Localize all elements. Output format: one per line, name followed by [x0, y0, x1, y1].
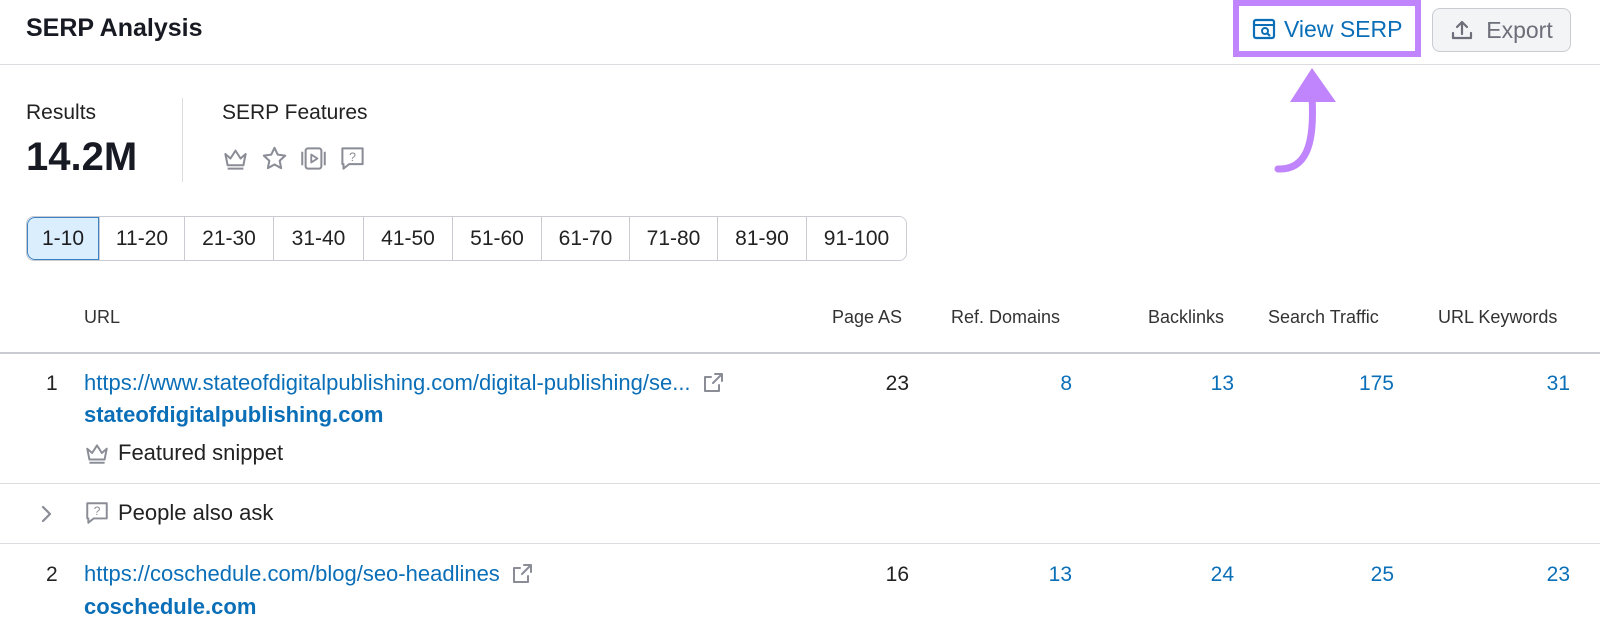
annotation-arrow-icon: [1274, 68, 1336, 173]
question-bubble-icon[interactable]: ?: [339, 145, 366, 172]
people-also-ask-row[interactable]: ? People also ask: [84, 500, 273, 526]
url-keywords-value[interactable]: 23: [1547, 563, 1570, 587]
page-button-21-30[interactable]: 21-30: [184, 217, 273, 260]
crown-icon: [86, 444, 108, 464]
page-button-41-50[interactable]: 41-50: [363, 217, 452, 260]
question-bubble-icon: ?: [86, 502, 108, 524]
result-url-text: https://www.stateofdigitalpublishing.com…: [84, 370, 691, 395]
column-header-ref-domains[interactable]: Ref. Domains: [951, 307, 1060, 328]
svg-text:?: ?: [94, 504, 101, 518]
page-button-71-80[interactable]: 71-80: [629, 217, 717, 260]
people-also-ask-label: People also ask: [118, 500, 274, 525]
feature-label: Featured snippet: [118, 440, 284, 465]
results-label: Results: [26, 101, 97, 124]
video-icon[interactable]: [300, 145, 327, 172]
ref-domains-value[interactable]: 13: [1049, 563, 1072, 587]
page-button-1-10[interactable]: 1-10: [27, 217, 99, 260]
star-icon[interactable]: [261, 145, 288, 172]
column-header-url[interactable]: URL: [84, 307, 120, 328]
url-keywords-value[interactable]: 31: [1547, 372, 1570, 396]
column-header-backlinks[interactable]: Backlinks: [1148, 307, 1224, 328]
row-divider: [0, 483, 1600, 484]
svg-text:?: ?: [349, 150, 356, 164]
search-traffic-value[interactable]: 25: [1371, 563, 1394, 587]
results-value: 14.2M: [26, 135, 138, 179]
page-button-81-90[interactable]: 81-90: [717, 217, 806, 260]
page-title: SERP Analysis: [26, 14, 203, 42]
column-header-search-traffic[interactable]: Search Traffic: [1268, 307, 1379, 328]
page-as-value: 23: [885, 372, 909, 395]
page-button-51-60[interactable]: 51-60: [452, 217, 541, 260]
ref-domains-value[interactable]: 8: [1060, 372, 1072, 396]
export-button[interactable]: Export: [1432, 8, 1571, 52]
table-header-divider: [0, 352, 1600, 354]
crown-icon[interactable]: [222, 145, 249, 172]
serp-search-icon: [1252, 18, 1276, 40]
column-header-url-keywords[interactable]: URL Keywords: [1438, 307, 1557, 328]
result-domain[interactable]: stateofdigitalpublishing.com: [84, 402, 383, 428]
featured-snippet-tag: Featured snippet: [84, 440, 283, 466]
serp-features-label: SERP Features: [222, 101, 368, 124]
summary-divider: [182, 98, 183, 182]
result-url-link[interactable]: https://coschedule.com/blog/seo-headline…: [84, 561, 534, 587]
external-link-icon[interactable]: [701, 371, 725, 395]
external-link-icon[interactable]: [510, 562, 534, 586]
backlinks-value[interactable]: 24: [1211, 563, 1234, 587]
row-rank: 2: [46, 563, 58, 586]
row-divider: [0, 543, 1600, 544]
pagination: 1-10 11-20 21-30 31-40 41-50 51-60 61-70 71-80 8…: [26, 216, 907, 261]
page-button-31-40[interactable]: 31-40: [273, 217, 363, 260]
page-button-11-20[interactable]: 11-20: [99, 217, 184, 260]
view-serp-button[interactable]: View SERP: [1252, 10, 1402, 48]
row-rank: 1: [46, 372, 58, 395]
page-button-61-70[interactable]: 61-70: [541, 217, 629, 260]
view-serp-label: View SERP: [1284, 15, 1403, 42]
upload-icon: [1452, 20, 1473, 40]
result-domain[interactable]: coschedule.com: [84, 594, 256, 620]
page-button-91-100[interactable]: 91-100: [806, 217, 906, 260]
backlinks-value[interactable]: 13: [1211, 372, 1234, 396]
export-label: Export: [1486, 16, 1553, 43]
chevron-right-icon[interactable]: [38, 503, 56, 525]
result-url-link[interactable]: https://www.stateofdigitalpublishing.com…: [84, 370, 725, 396]
result-url-text: https://coschedule.com/blog/seo-headline…: [84, 561, 500, 586]
page-as-value: 16: [885, 563, 909, 586]
column-header-page-as[interactable]: Page AS: [832, 307, 902, 328]
serp-features-icons: ?: [222, 145, 366, 172]
search-traffic-value[interactable]: 175: [1359, 372, 1394, 396]
